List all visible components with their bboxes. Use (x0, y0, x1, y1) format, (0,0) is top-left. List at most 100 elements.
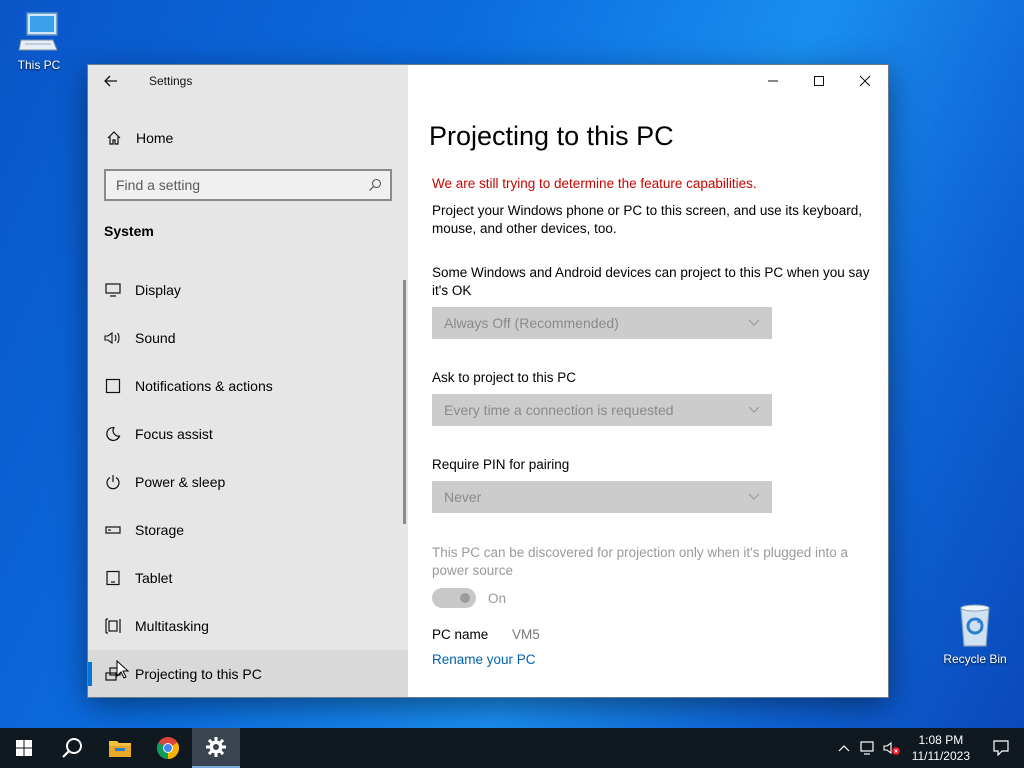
this-pc-desktop-icon[interactable]: This PC (4, 10, 74, 72)
power-icon (104, 473, 122, 491)
show-hidden-icons-button[interactable] (832, 728, 856, 768)
recycle-bin-icon (960, 604, 990, 647)
home-label: Home (136, 130, 174, 146)
power-source-note: This PC can be discovered for projection… (432, 545, 849, 578)
projection-prompt-label: Some Windows and Android devices can pro… (432, 265, 870, 298)
sidebar-item-label: Display (135, 282, 181, 298)
notification-icon (104, 377, 122, 395)
system-nav-list: Display Sound Notifications & actions Fo… (88, 266, 408, 697)
close-icon (859, 75, 871, 87)
settings-content-pane: Projecting to this PC We are still tryin… (408, 65, 888, 697)
back-button[interactable] (88, 65, 134, 97)
sidebar-item-label: Tablet (135, 570, 173, 586)
chrome-button[interactable] (144, 728, 192, 768)
file-explorer-button[interactable] (96, 728, 144, 768)
taskbar-search-button[interactable] (48, 728, 96, 768)
network-button[interactable] (856, 728, 880, 768)
speaker-icon (104, 329, 122, 347)
sidebar-item-power-sleep[interactable]: Power & sleep (88, 458, 408, 506)
display-icon (104, 281, 122, 299)
projection-availability-dropdown[interactable]: Always Off (Recommended) (432, 307, 772, 339)
settings-window: Settings Home System Display (88, 65, 888, 697)
volume-button[interactable] (880, 728, 904, 768)
sidebar-item-label: Notifications & actions (135, 378, 273, 394)
chevron-down-icon (748, 406, 760, 413)
chevron-up-icon (838, 745, 850, 752)
sidebar-item-tablet[interactable]: Tablet (88, 554, 408, 602)
sidebar-item-focus-assist[interactable]: Focus assist (88, 410, 408, 458)
require-pin-label: Require PIN for pairing (432, 457, 570, 472)
search-box[interactable] (104, 169, 392, 201)
sidebar-item-notifications[interactable]: Notifications & actions (88, 362, 408, 410)
recycle-bin-desktop-icon[interactable]: Recycle Bin (940, 602, 1010, 666)
projection-description: Project your Windows phone or PC to this… (432, 203, 862, 236)
sidebar-item-label: Storage (135, 522, 185, 538)
sidebar-item-display[interactable]: Display (88, 266, 408, 314)
sidebar-item-label: Multitasking (135, 618, 209, 634)
action-center-button[interactable] (978, 728, 1024, 768)
settings-gear-icon (206, 737, 226, 757)
close-button[interactable] (842, 65, 888, 97)
ask-to-project-dropdown[interactable]: Every time a connection is requested (432, 394, 772, 426)
titlebar-left: Settings (88, 65, 408, 97)
toggle-state-label: On (488, 590, 507, 606)
dropdown-value: Never (444, 489, 482, 505)
tablet-icon (104, 569, 122, 587)
toggle-knob (460, 593, 470, 603)
pc-name-row: PC name VM5 (432, 627, 540, 642)
file-explorer-icon (109, 741, 131, 757)
moon-icon (104, 425, 122, 443)
windows-start-icon (16, 740, 32, 756)
home-icon (104, 130, 124, 146)
require-pin-dropdown[interactable]: Never (432, 481, 772, 513)
sidebar-item-storage[interactable]: Storage (88, 506, 408, 554)
volume-muted-icon (883, 741, 900, 755)
section-heading-system: System (104, 223, 154, 239)
clock-time: 1:08 PM (918, 733, 964, 747)
chevron-down-icon (748, 319, 760, 326)
back-arrow-icon (104, 75, 117, 87)
notification-icon (993, 740, 1009, 756)
mouse-cursor-icon (116, 660, 130, 679)
settings-taskbar-button[interactable] (192, 728, 240, 768)
taskbar: 1:08 PM 11/11/2023 (0, 728, 1024, 768)
sidebar-item-multitasking[interactable]: Multitasking (88, 602, 408, 650)
capability-warning: We are still trying to determine the fea… (432, 176, 757, 191)
chrome-icon (157, 737, 179, 759)
search-icon (62, 738, 82, 758)
pc-name-key: PC name (432, 627, 489, 642)
dropdown-value: Always Off (Recommended) (444, 315, 619, 331)
clock-date: 11/11/2023 (911, 749, 970, 763)
maximize-button[interactable] (796, 65, 842, 97)
this-pc-label: This PC (17, 58, 61, 72)
rename-pc-link[interactable]: Rename your PC (432, 652, 536, 667)
home-nav-item[interactable]: Home (88, 122, 408, 154)
taskbar-clock[interactable]: 1:08 PM 11/11/2023 (904, 732, 978, 764)
sidebar-item-label: Sound (135, 330, 176, 346)
recycle-bin-label: Recycle Bin (943, 652, 1007, 666)
sidebar-item-label: Power & sleep (135, 474, 226, 490)
network-icon (860, 741, 874, 755)
search-input[interactable] (116, 177, 368, 193)
app-title: Settings (149, 74, 193, 88)
minimize-button[interactable] (750, 65, 796, 97)
power-source-toggle-row: On (432, 588, 506, 608)
search-icon[interactable] (368, 178, 382, 192)
sidebar-item-label: Projecting to this PC (135, 666, 262, 682)
start-button[interactable] (0, 728, 48, 768)
storage-icon (104, 521, 122, 539)
maximize-icon (814, 76, 824, 86)
sidebar-item-sound[interactable]: Sound (88, 314, 408, 362)
settings-sidebar: Settings Home System Display (88, 65, 408, 697)
ask-to-project-label: Ask to project to this PC (432, 370, 577, 385)
sidebar-item-projecting[interactable]: Projecting to this PC (88, 650, 408, 697)
page-title: Projecting to this PC (429, 121, 674, 151)
dropdown-value: Every time a connection is requested (444, 402, 674, 418)
multitasking-icon (104, 617, 122, 635)
sidebar-scrollbar[interactable] (403, 280, 406, 524)
sidebar-item-label: Focus assist (135, 426, 213, 442)
power-source-toggle[interactable] (432, 588, 476, 608)
pc-name-value: VM5 (512, 627, 540, 642)
chevron-down-icon (748, 493, 760, 500)
window-controls (750, 65, 888, 97)
